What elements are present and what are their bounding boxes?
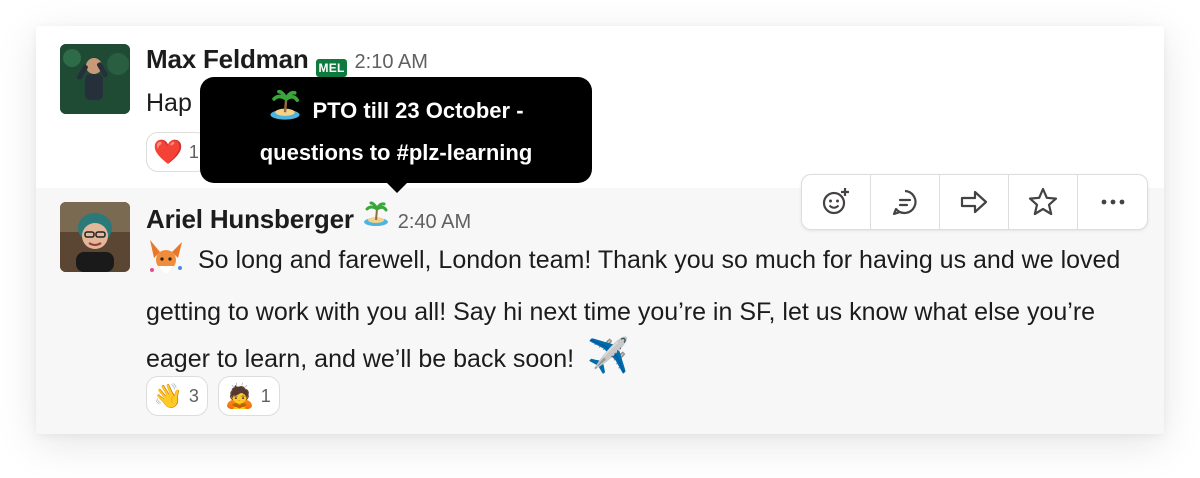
- message-ariel-hunsberger[interactable]: Ariel Hunsberger 2:40 AM So long and far…: [36, 174, 1164, 434]
- tooltip-line-2: questions to #plz-learning: [259, 140, 533, 165]
- island-icon[interactable]: [362, 200, 390, 233]
- heart-icon: ❤️: [153, 138, 183, 166]
- reaction-count: 1: [188, 141, 199, 162]
- reply-in-thread-icon: [892, 189, 917, 216]
- avatar[interactable]: [60, 44, 130, 114]
- reaction-list: 👋 3 🙇 1: [146, 376, 280, 416]
- reaction-list: ❤️ 1: [146, 132, 208, 172]
- more-actions-button[interactable]: [1078, 175, 1147, 229]
- avatar[interactable]: [60, 202, 130, 272]
- bowing-person-icon: 🙇: [224, 382, 255, 410]
- timestamp[interactable]: 2:10 AM: [355, 51, 428, 74]
- add-reaction-button[interactable]: [802, 175, 871, 229]
- reaction-count: 1: [260, 385, 271, 406]
- reply-in-thread-button[interactable]: [871, 175, 940, 229]
- reaction-wave[interactable]: 👋 3: [146, 376, 208, 416]
- message-header: Ariel Hunsberger 2:40 AM: [146, 200, 471, 235]
- share-message-icon: [960, 190, 988, 214]
- message-actions-toolbar: [801, 174, 1148, 230]
- waving-hand-icon: 👋: [153, 382, 183, 410]
- message-text: So long and farewell, London team! Thank…: [146, 236, 1146, 381]
- add-reaction-icon: [822, 188, 849, 215]
- share-message-button[interactable]: [940, 175, 1009, 229]
- message-body-text: So long and farewell, London team! Thank…: [146, 246, 1121, 373]
- reaction-bow[interactable]: 🙇 1: [217, 376, 280, 416]
- status-tooltip: PTO till 23 October - questions to #plz-…: [200, 77, 592, 193]
- reaction-count: 3: [188, 385, 199, 406]
- save-star-icon: [1028, 187, 1058, 216]
- author-name[interactable]: Ariel Hunsberger: [146, 204, 354, 235]
- tooltip-line-1: PTO till 23 October -: [312, 98, 524, 123]
- reaction-heart[interactable]: ❤️ 1: [146, 132, 208, 172]
- more-actions-icon: [1101, 199, 1124, 205]
- airplane-icon: ✈️: [587, 337, 630, 375]
- island-icon: [268, 88, 302, 134]
- fox-party-icon: [146, 236, 186, 290]
- author-name[interactable]: Max Feldman: [146, 44, 309, 75]
- save-message-button[interactable]: [1009, 175, 1078, 229]
- timestamp[interactable]: 2:40 AM: [398, 211, 471, 234]
- message-text: Hap: [146, 89, 192, 117]
